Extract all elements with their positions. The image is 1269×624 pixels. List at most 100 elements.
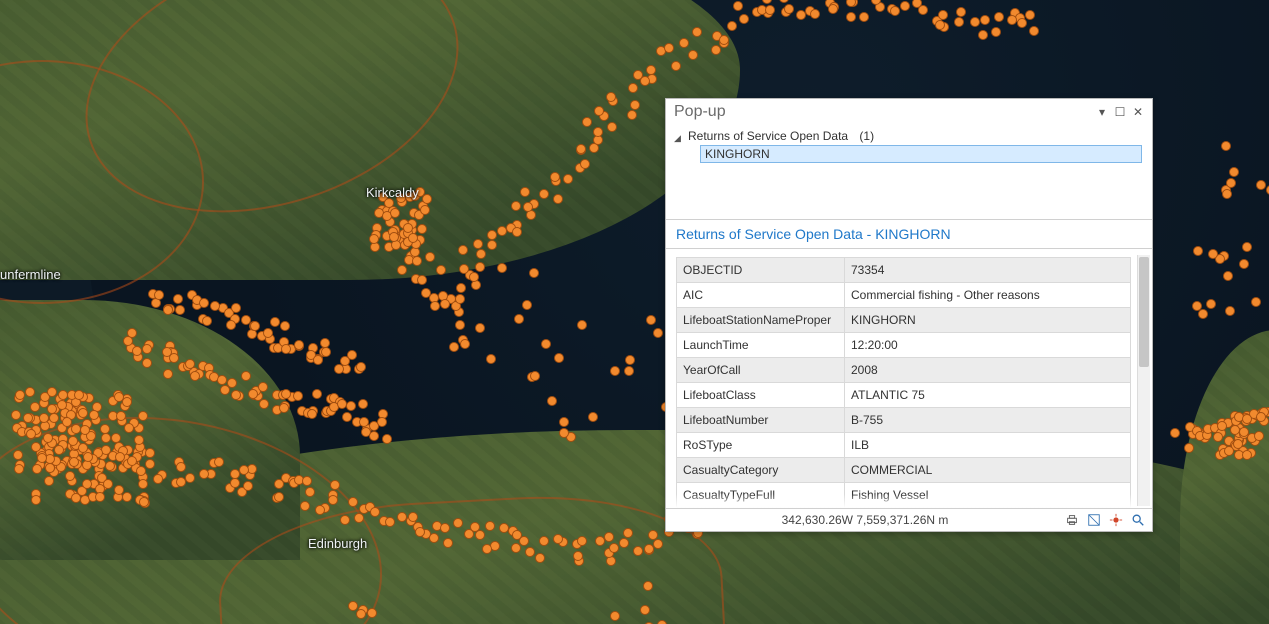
data-point[interactable]	[390, 208, 400, 218]
data-point[interactable]	[1184, 443, 1194, 453]
data-point[interactable]	[473, 239, 483, 249]
data-point[interactable]	[627, 110, 637, 120]
data-point[interactable]	[580, 159, 590, 169]
data-point[interactable]	[625, 355, 635, 365]
minimize-icon[interactable]: ▾	[1094, 104, 1110, 120]
data-point[interactable]	[607, 122, 617, 132]
maximize-icon[interactable]: ☐	[1112, 104, 1128, 120]
data-point[interactable]	[619, 538, 629, 548]
data-point[interactable]	[348, 497, 358, 507]
data-point[interactable]	[460, 339, 470, 349]
data-point[interactable]	[719, 35, 729, 45]
data-point[interactable]	[123, 336, 133, 346]
data-point[interactable]	[593, 127, 603, 137]
data-point[interactable]	[328, 495, 338, 505]
data-point[interactable]	[248, 389, 258, 399]
data-point[interactable]	[1239, 259, 1249, 269]
data-point[interactable]	[522, 300, 532, 310]
data-point[interactable]	[263, 328, 273, 338]
data-point[interactable]	[396, 193, 406, 203]
data-point[interactable]	[429, 533, 439, 543]
table-row[interactable]: LifeboatNumberB-755	[677, 408, 1131, 433]
data-point[interactable]	[169, 353, 179, 363]
data-point[interactable]	[1221, 141, 1231, 151]
data-point[interactable]	[415, 527, 425, 537]
data-point[interactable]	[163, 369, 173, 379]
data-point[interactable]	[116, 411, 126, 421]
data-point[interactable]	[23, 413, 33, 423]
tree-selected-feature[interactable]: KINGHORN	[700, 145, 1142, 163]
data-point[interactable]	[83, 452, 93, 462]
data-point[interactable]	[44, 476, 54, 486]
print-icon[interactable]	[1064, 512, 1080, 528]
data-point[interactable]	[358, 399, 368, 409]
data-point[interactable]	[382, 434, 392, 444]
data-point[interactable]	[95, 492, 105, 502]
data-point[interactable]	[403, 223, 413, 233]
table-row[interactable]: LifeboatClassATLANTIC 75	[677, 383, 1131, 408]
data-point[interactable]	[300, 501, 310, 511]
data-point[interactable]	[250, 321, 260, 331]
data-point[interactable]	[397, 265, 407, 275]
data-point[interactable]	[138, 479, 148, 489]
chevron-down-icon[interactable]	[674, 131, 684, 141]
data-point[interactable]	[859, 12, 869, 22]
data-point[interactable]	[321, 347, 331, 357]
data-point[interactable]	[733, 1, 743, 11]
data-point[interactable]	[1222, 189, 1232, 199]
data-point[interactable]	[563, 174, 573, 184]
data-point[interactable]	[512, 530, 522, 540]
data-point[interactable]	[458, 245, 468, 255]
data-point[interactable]	[577, 320, 587, 330]
data-point[interactable]	[315, 505, 325, 515]
data-point[interactable]	[487, 240, 497, 250]
data-point[interactable]	[525, 547, 535, 557]
data-point[interactable]	[1198, 309, 1208, 319]
data-point[interactable]	[139, 497, 149, 507]
data-point[interactable]	[354, 513, 364, 523]
data-point[interactable]	[78, 443, 88, 453]
data-point[interactable]	[25, 387, 35, 397]
data-point[interactable]	[71, 493, 81, 503]
table-row[interactable]: LaunchTime12:20:00	[677, 333, 1131, 358]
data-point[interactable]	[1193, 246, 1203, 256]
data-point[interactable]	[190, 371, 200, 381]
data-point[interactable]	[644, 544, 654, 554]
data-point[interactable]	[1230, 425, 1240, 435]
data-point[interactable]	[100, 424, 110, 434]
data-point[interactable]	[408, 233, 418, 243]
data-point[interactable]	[151, 298, 161, 308]
data-point[interactable]	[577, 536, 587, 546]
data-point[interactable]	[1225, 306, 1235, 316]
data-point[interactable]	[810, 9, 820, 19]
data-point[interactable]	[440, 523, 450, 533]
table-row[interactable]: YearOfCall2008	[677, 358, 1131, 383]
data-point[interactable]	[199, 469, 209, 479]
data-point[interactable]	[1224, 446, 1234, 456]
data-point[interactable]	[935, 20, 945, 30]
data-point[interactable]	[293, 391, 303, 401]
data-point[interactable]	[539, 536, 549, 546]
data-point[interactable]	[417, 275, 427, 285]
data-point[interactable]	[1170, 428, 1180, 438]
data-point[interactable]	[640, 605, 650, 615]
data-point[interactable]	[688, 50, 698, 60]
data-point[interactable]	[176, 477, 186, 487]
flash-icon[interactable]	[1108, 512, 1124, 528]
data-point[interactable]	[274, 492, 284, 502]
data-point[interactable]	[15, 390, 25, 400]
data-point[interactable]	[369, 431, 379, 441]
data-point[interactable]	[469, 272, 479, 282]
data-point[interactable]	[132, 346, 142, 356]
data-point[interactable]	[912, 0, 922, 8]
data-point[interactable]	[1256, 180, 1266, 190]
data-point[interactable]	[475, 262, 485, 272]
data-point[interactable]	[227, 378, 237, 388]
data-point[interactable]	[1017, 18, 1027, 28]
data-point[interactable]	[68, 436, 78, 446]
popup-titlebar[interactable]: Pop-up ▾ ☐ ✕	[666, 99, 1152, 127]
data-point[interactable]	[436, 265, 446, 275]
data-point[interactable]	[185, 473, 195, 483]
data-point[interactable]	[520, 187, 530, 197]
data-point[interactable]	[1233, 439, 1243, 449]
